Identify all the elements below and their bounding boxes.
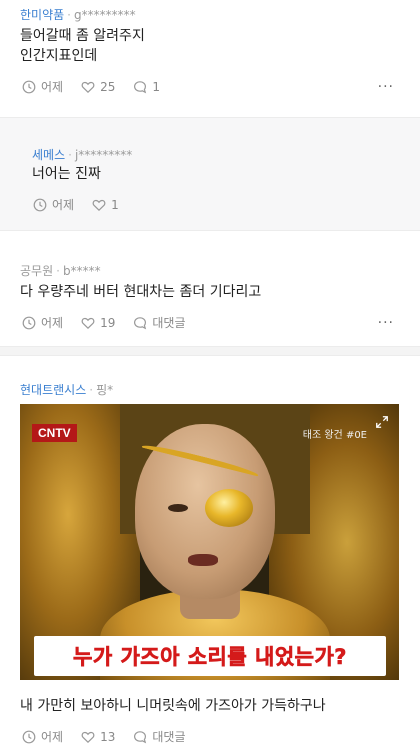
- company-name[interactable]: 현대트랜시스: [20, 383, 86, 397]
- like-button[interactable]: 19: [81, 316, 115, 330]
- heart-icon: [81, 317, 95, 329]
- comment-line: 내 가만히 보아하니 니머릿속에 가즈아가 가득하구나: [20, 698, 326, 714]
- image-eye: [168, 504, 188, 512]
- broadcast-title: 태조 왕건 #0E: [302, 430, 367, 441]
- section-divider: [0, 346, 420, 356]
- meme-caption-box: 누가 가즈아 소리를 내었는가?: [34, 636, 386, 676]
- comment-text: 다 우량주네 버터 현대차는 좀더 기다리고: [20, 282, 261, 302]
- heart-icon: [81, 81, 95, 93]
- time-stamp: 어제: [22, 78, 63, 95]
- comment-icon: [134, 80, 147, 93]
- time-stamp: 어제: [22, 314, 63, 331]
- comment-line: 너어는 진짜: [32, 166, 101, 182]
- clock-icon: [33, 198, 47, 211]
- divider: [0, 230, 420, 231]
- user-id: 핑*: [96, 383, 114, 397]
- comment-text: 들어갈때 좀 알려주지 인간지표인데: [20, 26, 145, 66]
- comment-text: 내 가만히 보아하니 니머릿속에 가즈아가 가득하구나: [20, 696, 326, 716]
- time-stamp: 어제: [22, 728, 63, 745]
- post-meta: 현대트랜시스 · 핑*: [20, 383, 114, 397]
- post-meta: 한미약품 · g*********: [20, 8, 136, 22]
- reply-button[interactable]: 대댓글: [133, 728, 186, 745]
- comment-actions: 어제 13 대댓글: [22, 728, 204, 745]
- reply-button[interactable]: 대댓글: [133, 314, 186, 331]
- comment-actions: 어제 19 대댓글: [22, 314, 204, 331]
- company-name[interactable]: 공무원: [20, 264, 53, 278]
- post-meta: 공무원 · b*****: [20, 264, 101, 278]
- tv-logo: CNTV: [32, 424, 77, 442]
- attached-image[interactable]: CNTV 태조 왕건 #0E 누가 가즈아 소리를 내었는가?: [20, 404, 399, 680]
- expand-icon[interactable]: [371, 414, 393, 436]
- user-id: j*********: [74, 148, 133, 162]
- company-name[interactable]: 세메스: [32, 148, 65, 162]
- comment-line: 인간지표인데: [20, 48, 98, 64]
- meme-caption: 누가 가즈아 소리를 내었는가?: [73, 645, 347, 670]
- like-button[interactable]: 13: [81, 730, 115, 744]
- user-id: b*****: [62, 264, 101, 278]
- comment-icon: [134, 316, 147, 329]
- heart-icon: [92, 199, 106, 211]
- comment-text: 너어는 진짜: [32, 164, 101, 184]
- comment-icon: [134, 730, 147, 743]
- image-eyepatch: [205, 489, 253, 527]
- more-options-button[interactable]: ···: [378, 316, 394, 330]
- image-mouth: [188, 554, 218, 566]
- heart-icon: [81, 731, 95, 743]
- post-meta: 세메스 · j*********: [32, 148, 133, 162]
- more-options-button[interactable]: ···: [378, 80, 394, 94]
- time-stamp: 어제: [33, 196, 74, 213]
- comment-line: 들어갈때 좀 알려주지: [20, 28, 145, 44]
- like-button[interactable]: 1: [92, 198, 119, 212]
- clock-icon: [22, 730, 36, 743]
- comment-line: 다 우량주네 버터 현대차는 좀더 기다리고: [20, 284, 262, 300]
- user-id: g*********: [74, 8, 136, 22]
- comment-actions: 어제 1: [33, 196, 137, 213]
- comment-button[interactable]: 1: [133, 80, 160, 94]
- clock-icon: [22, 80, 36, 93]
- like-button[interactable]: 25: [81, 80, 115, 94]
- clock-icon: [22, 316, 36, 329]
- company-name[interactable]: 한미약품: [20, 8, 64, 22]
- comment-actions: 어제 25 1: [22, 78, 178, 95]
